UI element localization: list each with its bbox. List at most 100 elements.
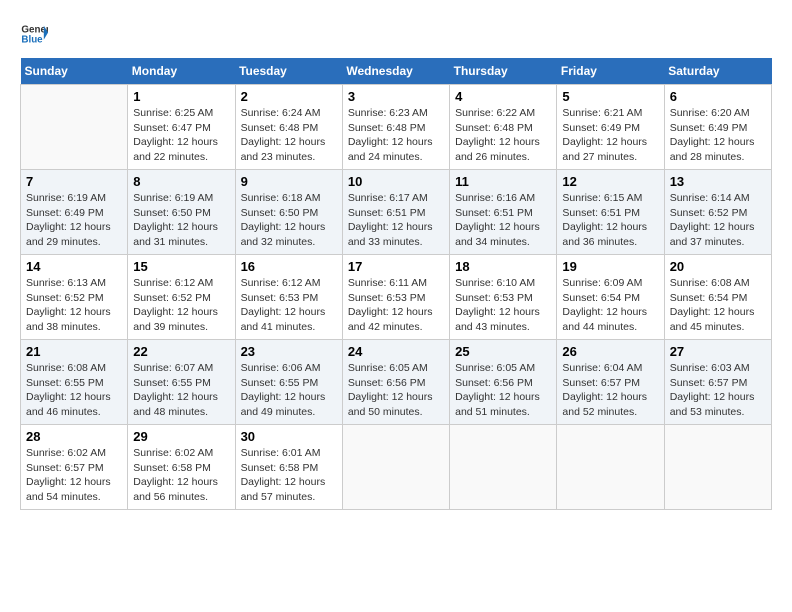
weekday-header-saturday: Saturday: [664, 58, 771, 85]
day-info: Sunrise: 6:04 AMSunset: 6:57 PMDaylight:…: [562, 361, 658, 420]
day-number: 16: [241, 259, 337, 274]
day-number: 25: [455, 344, 551, 359]
day-number: 21: [26, 344, 122, 359]
day-info: Sunrise: 6:09 AMSunset: 6:54 PMDaylight:…: [562, 276, 658, 335]
day-number: 13: [670, 174, 766, 189]
calendar-cell: [450, 425, 557, 510]
day-number: 27: [670, 344, 766, 359]
calendar-cell: 5Sunrise: 6:21 AMSunset: 6:49 PMDaylight…: [557, 85, 664, 170]
day-info: Sunrise: 6:10 AMSunset: 6:53 PMDaylight:…: [455, 276, 551, 335]
calendar-cell: 26 Sunrise: 6:04 AMSunset: 6:57 PMDayligh…: [557, 340, 664, 425]
week-row-1: 1 Sunrise: 6:25 AMSunset: 6:47 PMDaylight…: [21, 85, 772, 170]
day-number: 19: [562, 259, 658, 274]
page-header: General Blue: [20, 20, 772, 48]
day-info: Sunrise: 6:02 AMSunset: 6:57 PMDaylight:…: [26, 446, 122, 505]
weekday-header-wednesday: Wednesday: [342, 58, 449, 85]
logo: General Blue: [20, 20, 48, 48]
calendar-cell: 4 Sunrise: 6:22 AMSunset: 6:48 PMDaylight…: [450, 85, 557, 170]
calendar-cell: 9 Sunrise: 6:18 AMSunset: 6:50 PMDaylight…: [235, 170, 342, 255]
calendar-cell: 20 Sunrise: 6:08 AMSunset: 6:54 PMDayligh…: [664, 255, 771, 340]
day-number: 9: [241, 174, 337, 189]
calendar-cell: 8 Sunrise: 6:19 AMSunset: 6:50 PMDaylight…: [128, 170, 235, 255]
day-number: 23: [241, 344, 337, 359]
calendar-cell: 21Sunrise: 6:08 AMSunset: 6:55 PMDayligh…: [21, 340, 128, 425]
weekday-header-friday: Friday: [557, 58, 664, 85]
day-info: Sunrise: 6:05 AMSunset: 6:56 PMDaylight:…: [455, 361, 551, 420]
day-info: Sunrise: 6:15 AMSunset: 6:51 PMDaylight:…: [562, 191, 658, 250]
day-info: Sunrise: 6:02 AMSunset: 6:58 PMDaylight:…: [133, 446, 229, 505]
calendar-cell: [342, 425, 449, 510]
calendar-cell: 13 Sunrise: 6:14 AMSunset: 6:52 PMDayligh…: [664, 170, 771, 255]
calendar-cell: 30 Sunrise: 6:01 AMSunset: 6:58 PMDayligh…: [235, 425, 342, 510]
day-info: Sunrise: 6:19 AMSunset: 6:50 PMDaylight:…: [133, 191, 229, 250]
weekday-header-sunday: Sunday: [21, 58, 128, 85]
calendar-cell: 12 Sunrise: 6:15 AMSunset: 6:51 PMDayligh…: [557, 170, 664, 255]
day-number: 28: [26, 429, 122, 444]
calendar-cell: 1 Sunrise: 6:25 AMSunset: 6:47 PMDaylight…: [128, 85, 235, 170]
day-info: Sunrise: 6:24 AMSunset: 6:48 PMDaylight:…: [241, 106, 337, 165]
calendar-cell: 27 Sunrise: 6:03 AMSunset: 6:57 PMDayligh…: [664, 340, 771, 425]
day-info: Sunrise: 6:18 AMSunset: 6:50 PMDaylight:…: [241, 191, 337, 250]
day-number: 2: [241, 89, 337, 104]
calendar-cell: 2 Sunrise: 6:24 AMSunset: 6:48 PMDaylight…: [235, 85, 342, 170]
day-number: 26: [562, 344, 658, 359]
day-number: 17: [348, 259, 444, 274]
day-info: Sunrise: 6:25 AMSunset: 6:47 PMDaylight:…: [133, 106, 229, 165]
week-row-3: 14 Sunrise: 6:13 AMSunset: 6:52 PMDayligh…: [21, 255, 772, 340]
calendar-cell: [21, 85, 128, 170]
day-info: Sunrise: 6:06 AMSunset: 6:55 PMDaylight:…: [241, 361, 337, 420]
day-number: 3: [348, 89, 444, 104]
day-info: Sunrise: 6:11 AMSunset: 6:53 PMDaylight:…: [348, 276, 444, 335]
calendar-cell: 25 Sunrise: 6:05 AMSunset: 6:56 PMDayligh…: [450, 340, 557, 425]
day-number: 20: [670, 259, 766, 274]
day-number: 4: [455, 89, 551, 104]
day-number: 8: [133, 174, 229, 189]
day-number: 29: [133, 429, 229, 444]
svg-text:Blue: Blue: [21, 34, 43, 45]
day-info: Sunrise: 6:14 AMSunset: 6:52 PMDaylight:…: [670, 191, 766, 250]
day-info: Sunrise: 6:22 AMSunset: 6:48 PMDaylight:…: [455, 106, 551, 165]
week-row-2: 7 Sunrise: 6:19 AMSunset: 6:49 PMDaylight…: [21, 170, 772, 255]
day-number: 15: [133, 259, 229, 274]
weekday-header-row: SundayMondayTuesdayWednesdayThursdayFrid…: [21, 58, 772, 85]
day-info: Sunrise: 6:17 AMSunset: 6:51 PMDaylight:…: [348, 191, 444, 250]
calendar-cell: 23 Sunrise: 6:06 AMSunset: 6:55 PMDayligh…: [235, 340, 342, 425]
day-number: 18: [455, 259, 551, 274]
week-row-5: 28 Sunrise: 6:02 AMSunset: 6:57 PMDayligh…: [21, 425, 772, 510]
calendar-table: SundayMondayTuesdayWednesdayThursdayFrid…: [20, 58, 772, 510]
day-info: Sunrise: 6:19 AMSunset: 6:49 PMDaylight:…: [26, 191, 122, 250]
calendar-cell: 16 Sunrise: 6:12 AMSunset: 6:53 PMDayligh…: [235, 255, 342, 340]
day-info: Sunrise: 6:16 AMSunset: 6:51 PMDaylight:…: [455, 191, 551, 250]
calendar-cell: 10Sunrise: 6:17 AMSunset: 6:51 PMDayligh…: [342, 170, 449, 255]
calendar-cell: 18 Sunrise: 6:10 AMSunset: 6:53 PMDayligh…: [450, 255, 557, 340]
day-info: Sunrise: 6:23 AMSunset: 6:48 PMDaylight:…: [348, 106, 444, 165]
day-number: 1: [133, 89, 229, 104]
day-info: Sunrise: 6:01 AMSunset: 6:58 PMDaylight:…: [241, 446, 337, 505]
calendar-cell: 22Sunrise: 6:07 AMSunset: 6:55 PMDayligh…: [128, 340, 235, 425]
day-info: Sunrise: 6:21 AMSunset: 6:49 PMDaylight:…: [562, 106, 658, 165]
calendar-cell: 29 Sunrise: 6:02 AMSunset: 6:58 PMDayligh…: [128, 425, 235, 510]
day-number: 14: [26, 259, 122, 274]
day-info: Sunrise: 6:13 AMSunset: 6:52 PMDaylight:…: [26, 276, 122, 335]
calendar-cell: 11Sunrise: 6:16 AMSunset: 6:51 PMDayligh…: [450, 170, 557, 255]
calendar-cell: 24Sunrise: 6:05 AMSunset: 6:56 PMDayligh…: [342, 340, 449, 425]
day-info: Sunrise: 6:08 AMSunset: 6:54 PMDaylight:…: [670, 276, 766, 335]
calendar-cell: 17 Sunrise: 6:11 AMSunset: 6:53 PMDayligh…: [342, 255, 449, 340]
weekday-header-tuesday: Tuesday: [235, 58, 342, 85]
weekday-header-monday: Monday: [128, 58, 235, 85]
day-info: Sunrise: 6:12 AMSunset: 6:53 PMDaylight:…: [241, 276, 337, 335]
weekday-header-thursday: Thursday: [450, 58, 557, 85]
day-info: Sunrise: 6:03 AMSunset: 6:57 PMDaylight:…: [670, 361, 766, 420]
calendar-cell: 3 Sunrise: 6:23 AMSunset: 6:48 PMDaylight…: [342, 85, 449, 170]
day-number: 6: [670, 89, 766, 104]
calendar-cell: 7 Sunrise: 6:19 AMSunset: 6:49 PMDaylight…: [21, 170, 128, 255]
day-number: 12: [562, 174, 658, 189]
calendar-cell: 14 Sunrise: 6:13 AMSunset: 6:52 PMDayligh…: [21, 255, 128, 340]
day-number: 30: [241, 429, 337, 444]
day-info: Sunrise: 6:05 AMSunset: 6:56 PMDaylight:…: [348, 361, 444, 420]
day-number: 22: [133, 344, 229, 359]
calendar-cell: 28 Sunrise: 6:02 AMSunset: 6:57 PMDayligh…: [21, 425, 128, 510]
calendar-cell: [557, 425, 664, 510]
calendar-cell: 19 Sunrise: 6:09 AMSunset: 6:54 PMDayligh…: [557, 255, 664, 340]
day-number: 7: [26, 174, 122, 189]
